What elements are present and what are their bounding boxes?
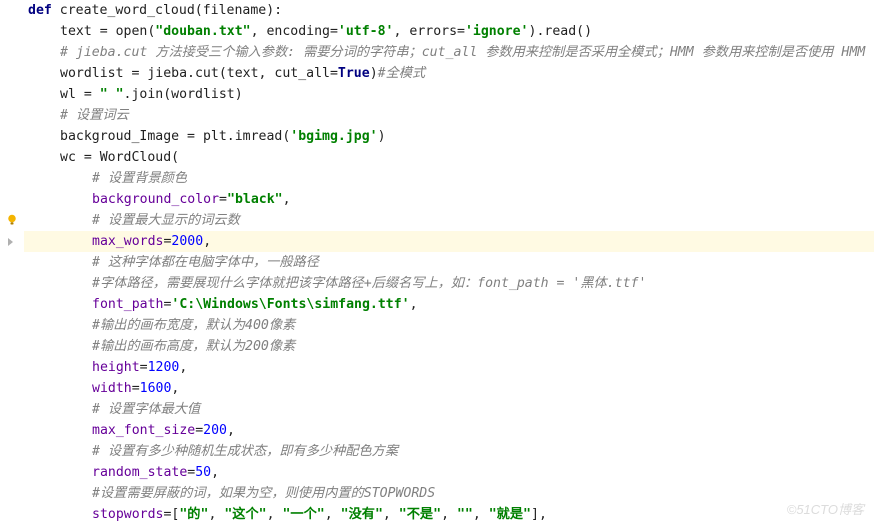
code-line-comment[interactable]: # 设置字体最大值 bbox=[24, 399, 874, 420]
code-line[interactable]: width=1600, bbox=[24, 378, 874, 399]
code-line[interactable]: wl = " ".join(wordlist) bbox=[24, 84, 874, 105]
fold-collapsed-icon[interactable] bbox=[4, 236, 14, 246]
code-line[interactable]: def create_word_cloud(filename): bbox=[24, 0, 874, 21]
code-line-comment[interactable]: # 设置最大显示的词云数 bbox=[24, 210, 874, 231]
code-editor[interactable]: def create_word_cloud(filename): text = … bbox=[0, 0, 874, 526]
code-line[interactable]: text = open("douban.txt", encoding='utf-… bbox=[24, 21, 874, 42]
code-line[interactable]: max_font_size=200, bbox=[24, 420, 874, 441]
code-line[interactable]: background_color="black", bbox=[24, 189, 874, 210]
code-line[interactable]: stopwords=["的", "这个", "一个", "没有", "不是", … bbox=[24, 504, 874, 525]
code-line-comment[interactable]: #输出的画布高度，默认为200像素 bbox=[24, 336, 874, 357]
code-line-highlighted[interactable]: max_words=2000, bbox=[24, 231, 874, 252]
code-line-comment[interactable]: #输出的画布宽度，默认为400像素 bbox=[24, 315, 874, 336]
code-line-comment[interactable]: # 设置词云 bbox=[24, 105, 874, 126]
code-line-comment[interactable]: # 这种字体都在电脑字体中，一般路径 bbox=[24, 252, 874, 273]
gutter bbox=[0, 0, 24, 526]
func-name: create_word_cloud bbox=[60, 3, 195, 18]
code-line[interactable]: backgroud_Image = plt.imread('bgimg.jpg'… bbox=[24, 126, 874, 147]
code-line-comment[interactable]: # jieba.cut 方法接受三个输入参数: 需要分词的字符串；cut_all… bbox=[24, 42, 874, 63]
code-line[interactable]: wc = WordCloud( bbox=[24, 147, 874, 168]
intention-bulb-icon[interactable] bbox=[6, 214, 18, 226]
keyword-def: def bbox=[28, 3, 52, 18]
code-line[interactable]: random_state=50, bbox=[24, 462, 874, 483]
code-line-comment[interactable]: # 设置有多少种随机生成状态，即有多少种配色方案 bbox=[24, 441, 874, 462]
code-line[interactable]: wordlist = jieba.cut(text, cut_all=True)… bbox=[24, 63, 874, 84]
code-line-comment[interactable]: #字体路径，需要展现什么字体就把该字体路径+后缀名写上，如：font_path … bbox=[24, 273, 874, 294]
code-line-comment[interactable]: # 设置背景颜色 bbox=[24, 168, 874, 189]
code-line[interactable]: font_path='C:\Windows\Fonts\simfang.ttf'… bbox=[24, 294, 874, 315]
code-line[interactable]: height=1200, bbox=[24, 357, 874, 378]
code-line-comment[interactable]: #设置需要屏蔽的词，如果为空，则使用内置的STOPWORDS bbox=[24, 483, 874, 504]
code-area[interactable]: def create_word_cloud(filename): text = … bbox=[24, 0, 874, 525]
